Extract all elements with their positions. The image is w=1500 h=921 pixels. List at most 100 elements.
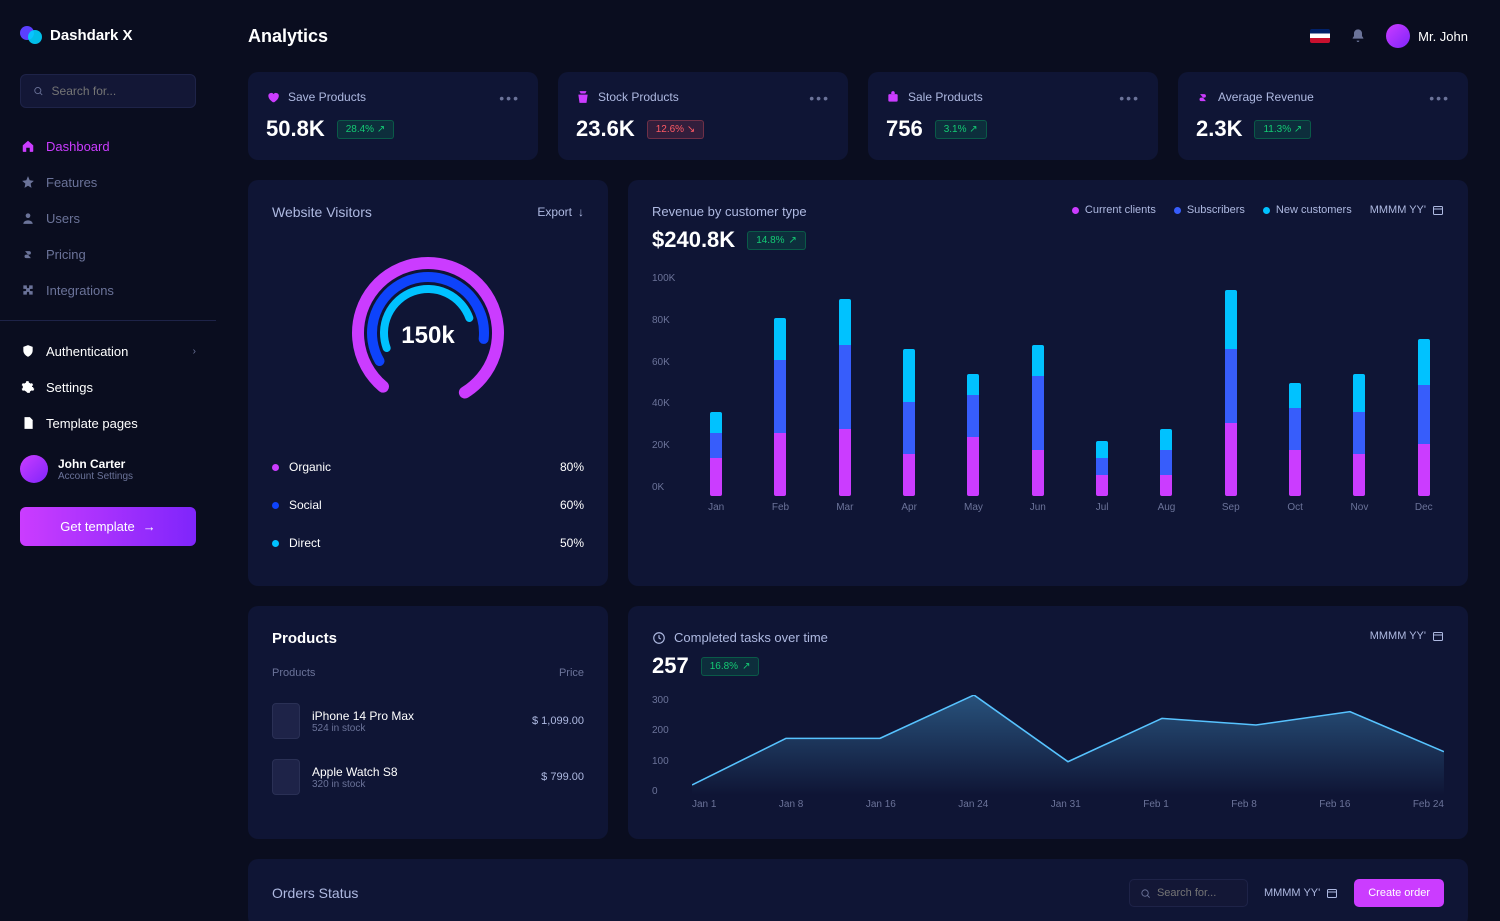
product-stock: 524 in stock (312, 723, 414, 734)
more-options-icon[interactable]: ••• (1429, 90, 1450, 106)
nav-item-template pages[interactable]: Template pages (0, 405, 216, 441)
product-image (272, 759, 300, 795)
stat-delta-badge: 11.3% ↗ (1254, 120, 1311, 139)
stat-value: 23.6K (576, 116, 635, 142)
stat-icon (1196, 90, 1210, 104)
donut-chart: 150k (272, 238, 584, 428)
bar-col: Apr (889, 349, 929, 513)
legend-row: Organic80% (272, 448, 584, 486)
legend-dot (272, 540, 279, 547)
product-row[interactable]: iPhone 14 Pro Max524 in stock$ 1,099.00 (272, 693, 584, 749)
star-icon (20, 174, 36, 190)
stat-icon (266, 90, 280, 104)
puzzle-icon (20, 282, 36, 298)
sidebar-search-input[interactable] (52, 84, 183, 98)
user-subtitle: Account Settings (58, 471, 133, 482)
orders-search[interactable] (1129, 879, 1248, 907)
orders-date-picker[interactable]: MMMM YY' (1264, 887, 1338, 899)
stat-value: 756 (886, 116, 923, 142)
stat-delta-badge: 12.6% ↘ (647, 120, 705, 139)
stat-card-0: Save Products 50.8K28.4% ↗ ••• (248, 72, 538, 160)
nav-item-settings[interactable]: Settings (0, 369, 216, 405)
bar-col: Feb (760, 318, 800, 514)
bar-col: Oct (1275, 383, 1315, 513)
topbar-user-name: Mr. John (1418, 29, 1468, 44)
sidebar-search[interactable] (20, 74, 196, 108)
stat-card-2: Sale Products 7563.1% ↗ ••• (868, 72, 1158, 160)
tasks-date-picker[interactable]: MMMM YY' (1370, 630, 1444, 642)
legend-dot (272, 502, 279, 509)
main-content: Analytics Mr. John Save Products 50.8K28… (216, 0, 1500, 921)
tasks-card: Completed tasks over time 257 16.8% ↗ MM… (628, 606, 1468, 839)
stat-value: 2.3K (1196, 116, 1242, 142)
revenue-card: Revenue by customer type $240.8K 14.8% ↗… (628, 180, 1468, 586)
user-name: John Carter (58, 457, 133, 471)
tasks-value: 257 (652, 653, 689, 679)
revenue-delta-badge: 14.8% ↗ (747, 231, 806, 250)
stat-card-3: Average Revenue 2.3K11.3% ↗ ••• (1178, 72, 1468, 160)
product-row[interactable]: Apple Watch S8320 in stock$ 799.00 (272, 749, 584, 805)
visitors-card: Website Visitors Export ↓ 150k Organic80… (248, 180, 608, 586)
product-stock: 320 in stock (312, 779, 398, 790)
brand-name: Dashdark X (50, 27, 133, 44)
more-options-icon[interactable]: ••• (809, 90, 830, 106)
stat-title: Save Products (288, 90, 366, 104)
clock-icon (652, 631, 666, 645)
shield-icon (20, 343, 36, 359)
nav-item-users[interactable]: Users (0, 200, 216, 236)
export-button[interactable]: Export ↓ (537, 205, 584, 219)
revenue-date-picker[interactable]: MMMM YY' (1370, 204, 1444, 216)
nav-item-pricing[interactable]: Pricing (0, 236, 216, 272)
topbar: Analytics Mr. John (248, 24, 1468, 48)
logo-icon (20, 24, 42, 46)
bar-col: Sep (1211, 290, 1251, 513)
more-options-icon[interactable]: ••• (499, 90, 520, 106)
products-title: Products (272, 630, 584, 647)
create-order-button[interactable]: Create order (1354, 879, 1444, 907)
notifications-icon[interactable] (1350, 28, 1366, 44)
products-col-name: Products (272, 667, 315, 679)
nav-item-dashboard[interactable]: Dashboard (0, 128, 216, 164)
bar-col: Nov (1339, 374, 1379, 513)
rev-legend-item: New customers (1263, 204, 1352, 216)
gear-icon (20, 379, 36, 395)
more-options-icon[interactable]: ••• (1119, 90, 1140, 106)
home-icon (20, 138, 36, 154)
nav-item-authentication[interactable]: Authentication› (0, 333, 216, 369)
visitors-title: Website Visitors (272, 204, 372, 220)
bar-col: Dec (1404, 339, 1444, 513)
rev-legend-item: Subscribers (1174, 204, 1245, 216)
user-avatar (20, 455, 48, 483)
chevron-right-icon: › (193, 346, 196, 357)
rev-legend-item: Current clients (1072, 204, 1156, 216)
stat-icon (576, 90, 590, 104)
donut-center-value: 150k (401, 322, 454, 350)
get-template-button[interactable]: Get template → (20, 507, 196, 546)
bar-col: Mar (825, 299, 865, 513)
calendar-icon (1432, 204, 1444, 216)
topbar-user[interactable]: Mr. John (1386, 24, 1468, 48)
stat-card-1: Stock Products 23.6K12.6% ↘ ••• (558, 72, 848, 160)
orders-title: Orders Status (272, 885, 358, 901)
language-flag[interactable] (1310, 29, 1330, 43)
stat-delta-badge: 28.4% ↗ (337, 120, 395, 139)
bar-col: May (953, 374, 993, 513)
sidebar: Dashdark X DashboardFeaturesUsersPricing… (0, 0, 216, 921)
product-price: $ 799.00 (541, 771, 584, 783)
page-title: Analytics (248, 26, 328, 47)
stat-title: Sale Products (908, 90, 983, 104)
tasks-title: Completed tasks over time (674, 630, 828, 645)
logo[interactable]: Dashdark X (0, 24, 216, 46)
nav-item-integrations[interactable]: Integrations (0, 272, 216, 308)
sidebar-user[interactable]: John Carter Account Settings (0, 441, 216, 497)
search-icon (1140, 888, 1151, 899)
tasks-delta-badge: 16.8% ↗ (701, 657, 760, 676)
orders-search-input[interactable] (1157, 887, 1237, 899)
revenue-value: $240.8K (652, 227, 735, 253)
products-card: Products Products Price iPhone 14 Pro Ma… (248, 606, 608, 839)
nav-item-features[interactable]: Features (0, 164, 216, 200)
bar-col: Jul (1082, 441, 1122, 513)
product-name: iPhone 14 Pro Max (312, 709, 414, 723)
bar-col: Aug (1146, 429, 1186, 513)
revenue-title: Revenue by customer type (652, 204, 807, 219)
